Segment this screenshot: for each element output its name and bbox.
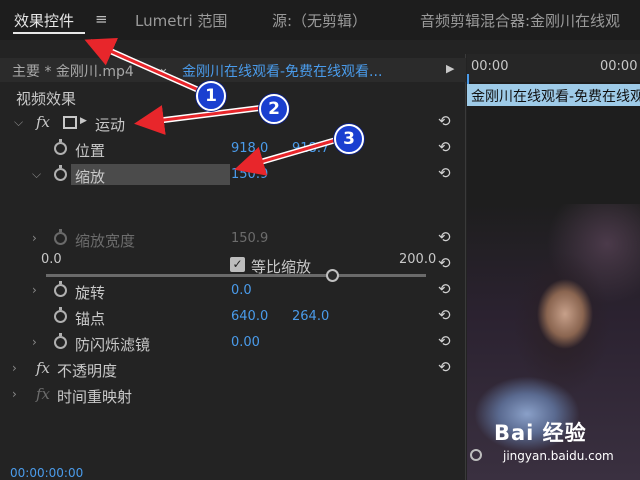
effect-row-opacity[interactable]: › fx 不透明度 ⟲ <box>0 356 466 382</box>
anchor-handle-icon[interactable] <box>470 449 482 461</box>
reset-icon[interactable]: ⟲ <box>438 138 451 156</box>
effect-controls-timeline: 00:00 00:00 金刚川在线观看-免费在线观看 Bai 经验 jingya… <box>467 54 640 480</box>
property-row-uniform-scale: ✓ 等比缩放 ⟲ <box>0 252 466 278</box>
timeline-clip[interactable]: 金刚川在线观看-免费在线观看 <box>467 84 640 106</box>
property-label-scale: 缩放 <box>75 168 106 186</box>
rotation-value[interactable]: 0.0 <box>231 283 252 298</box>
stopwatch-icon <box>54 229 67 245</box>
section-header-video-effects: 视频效果 <box>0 84 466 110</box>
property-label-anti-flicker: 防闪烁滤镜 <box>75 336 151 354</box>
chevron-right-icon[interactable]: › <box>32 283 37 297</box>
property-row-position: 位置 918.0 918.7 ⟲ <box>0 136 466 162</box>
chevron-down-icon[interactable]: ⌵ <box>32 167 41 182</box>
ruler-start-label: 00:00 <box>471 59 509 74</box>
time-ruler[interactable]: 00:00 00:00 <box>467 54 640 88</box>
effect-row-motion[interactable]: ⌵ fx ▶ 运动 ⟲ <box>0 110 466 136</box>
clip-selector-row: 主要 * 金刚川.mp4 ⌄ 金刚川在线观看-免费在线观看... ▶ <box>0 58 466 82</box>
fx-icon: fx <box>36 385 51 403</box>
reset-icon[interactable]: ⟲ <box>438 358 451 376</box>
chevron-down-icon[interactable]: ⌵ <box>14 115 23 130</box>
property-row-anti-flicker: › 防闪烁滤镜 0.00 ⟲ <box>0 330 466 356</box>
tab-audio-clip-mixer[interactable]: 音频剪辑混合器:金刚川在线观 <box>420 10 620 31</box>
chevron-right-icon[interactable]: › <box>32 335 37 349</box>
fx-icon[interactable]: fx <box>36 359 50 377</box>
position-x-value[interactable]: 918.0 <box>231 141 268 156</box>
play-triangle-icon[interactable]: ▶ <box>446 62 454 75</box>
timeline-clip-label: 金刚川在线观看-免费在线观看 <box>471 89 640 105</box>
panel-menu-icon[interactable]: ≡ <box>95 10 108 28</box>
baidu-jingyan-watermark: Bai 经验 <box>494 421 587 445</box>
fx-icon[interactable]: fx <box>36 113 50 131</box>
chevron-right-icon[interactable]: › <box>12 361 17 375</box>
anchor-y-value[interactable]: 264.0 <box>292 309 329 324</box>
reset-icon[interactable]: ⟲ <box>438 112 451 130</box>
property-label-scale-width: 缩放宽度 <box>75 232 136 250</box>
effect-row-time-remapping[interactable]: › fx 时间重映射 <box>0 382 466 408</box>
property-row-anchor-point: 锚点 640.0 264.0 ⟲ <box>0 304 466 330</box>
section-title: 视频效果 <box>16 90 77 108</box>
annotation-badge-3: 3 <box>334 124 364 154</box>
property-row-scale-width: › 缩放宽度 150.9 ⟲ <box>0 226 466 252</box>
chevron-right-icon[interactable]: › <box>32 231 37 245</box>
property-row-scale: ⌵ 缩放 150.9 ⟲ <box>0 162 466 188</box>
stopwatch-icon[interactable] <box>54 307 67 323</box>
stopwatch-icon[interactable] <box>54 281 67 297</box>
scale-value[interactable]: 150.9 <box>231 167 268 182</box>
effect-label-motion: 运动 <box>95 116 126 134</box>
uniform-scale-checkbox[interactable]: ✓ <box>230 257 245 272</box>
stopwatch-icon[interactable] <box>54 165 67 181</box>
tab-lumetri-scopes[interactable]: Lumetri 范围 <box>135 10 227 31</box>
watermark-url: jingyan.baidu.com <box>503 449 614 463</box>
property-label-position: 位置 <box>75 142 106 160</box>
reset-icon[interactable]: ⟲ <box>438 228 451 246</box>
stopwatch-icon[interactable] <box>54 333 67 349</box>
effect-label-time-remapping: 时间重映射 <box>57 388 133 406</box>
active-tab-underline <box>13 32 85 34</box>
property-row-rotation: › 旋转 0.0 ⟲ <box>0 278 466 304</box>
annotation-badge-2: 2 <box>259 94 289 124</box>
property-label-rotation: 旋转 <box>75 284 106 302</box>
property-label-anchor-point: 锚点 <box>75 310 106 328</box>
ruler-tick-label: 00:00 <box>600 59 638 74</box>
effect-label-opacity: 不透明度 <box>57 362 118 380</box>
reset-icon[interactable]: ⟲ <box>438 306 451 324</box>
master-clip-selector[interactable]: 主要 * 金刚川.mp4 <box>12 61 134 81</box>
tab-effect-controls[interactable]: 效果控件 <box>14 10 74 31</box>
chevron-right-icon[interactable]: › <box>12 387 17 401</box>
stopwatch-icon[interactable] <box>54 139 67 155</box>
panel-tab-bar: 效果控件 ≡ Lumetri 范围 源:（无剪辑） 音频剪辑混合器:金刚川在线观 <box>0 0 640 40</box>
reset-icon[interactable]: ⟲ <box>438 164 451 182</box>
scale-width-value: 150.9 <box>231 231 269 246</box>
tab-source[interactable]: 源:（无剪辑） <box>272 10 367 31</box>
reset-icon[interactable]: ⟲ <box>438 280 451 298</box>
anti-flicker-value[interactable]: 0.00 <box>231 335 260 350</box>
chevron-down-icon[interactable]: ⌄ <box>158 61 169 76</box>
play-triangle-icon: ▶ <box>80 116 87 126</box>
effect-controls-panel: 主要 * 金刚川.mp4 ⌄ 金刚川在线观看-免费在线观看... ▶ 视频效果 … <box>0 54 466 480</box>
reset-icon[interactable]: ⟲ <box>438 254 451 272</box>
sequence-clip-link[interactable]: 金刚川在线观看-免费在线观看... <box>182 61 432 81</box>
current-timecode[interactable]: 00:00:00:00 <box>10 466 83 480</box>
uniform-scale-label: 等比缩放 <box>251 258 312 276</box>
position-y-value[interactable]: 918.7 <box>292 141 329 156</box>
transform-box-icon[interactable] <box>63 116 77 129</box>
anchor-x-value[interactable]: 640.0 <box>231 309 268 324</box>
reset-icon[interactable]: ⟲ <box>438 332 451 350</box>
annotation-badge-1: 1 <box>196 81 226 111</box>
